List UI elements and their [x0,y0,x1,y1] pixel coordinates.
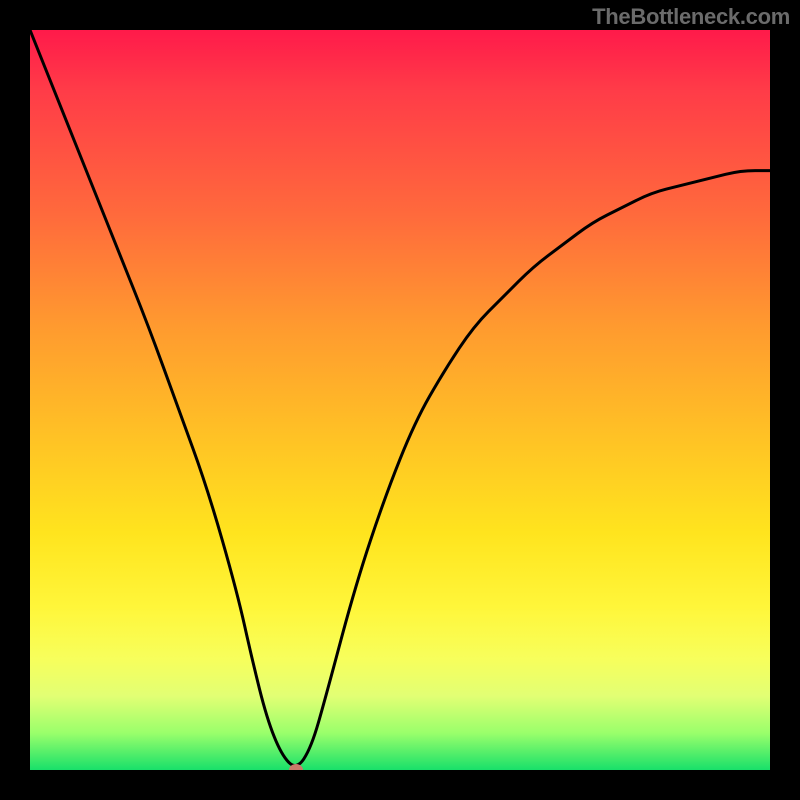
watermark-text: TheBottleneck.com [592,4,790,30]
chart-frame: TheBottleneck.com [0,0,800,800]
bottleneck-curve [30,30,770,770]
plot-area [30,30,770,770]
